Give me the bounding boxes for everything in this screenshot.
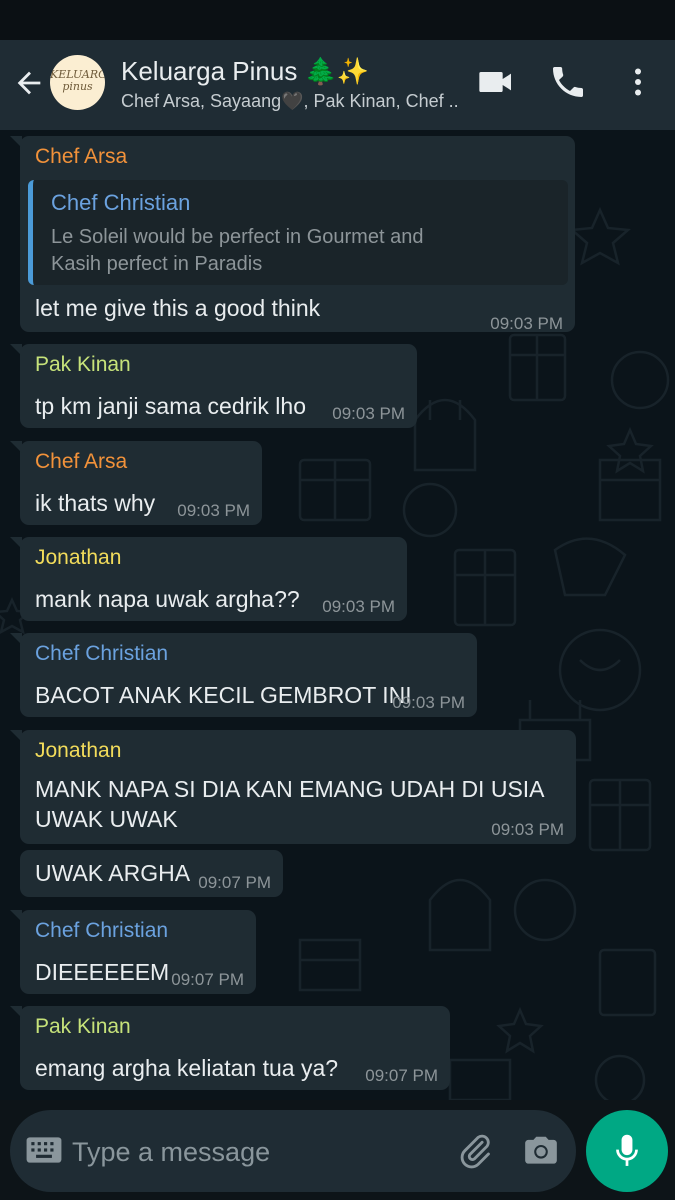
message-bubble[interactable]: Pak Kinan tp km janji sama cedrik lho 09:0… <box>10 344 417 428</box>
camera-icon[interactable] <box>522 1132 560 1170</box>
paperclip-icon[interactable] <box>456 1130 494 1172</box>
message-bubble[interactable]: Chef Arsa ik thats why 09:03 PM <box>10 441 262 525</box>
message-bubble[interactable]: Chef Christian BACOT ANAK KECIL GEMBROT I… <box>10 633 477 717</box>
chat-title[interactable]: Keluarga Pinus 🌲✨ <box>121 56 369 87</box>
message-text: mank napa uwak argha?? <box>35 586 300 612</box>
message-timestamp: 09:03 PM <box>332 404 405 423</box>
quoted-message[interactable]: Chef Christian Le Soleil would be perfect… <box>28 180 568 285</box>
message-timestamp: 09:03 PM <box>490 314 563 333</box>
chat-subtitle[interactable]: Chef Arsa, Sayaang🖤, Pak Kinan, Chef .. <box>121 91 459 112</box>
mic-icon <box>616 1134 638 1166</box>
message-timestamp: 09:03 PM <box>177 501 250 520</box>
message-bubble[interactable]: Chef Christian DIEEEEEEM 09:07 PM <box>10 910 256 994</box>
message-timestamp: 09:03 PM <box>491 820 564 839</box>
quoted-sender: Chef Christian <box>51 190 191 215</box>
message-sender[interactable]: Jonathan <box>35 546 121 570</box>
message-text: emang argha keliatan tua ya? <box>35 1055 339 1081</box>
message-timestamp: 09:07 PM <box>198 873 271 892</box>
arrow-left-icon[interactable] <box>12 66 46 100</box>
message-bubble[interactable]: UWAK ARGHA 09:07 PM <box>20 850 283 897</box>
message-sender[interactable]: Pak Kinan <box>35 1015 131 1039</box>
message-text: tp km janji sama cedrik lho <box>35 393 306 419</box>
message-bubble[interactable]: Jonathan MANK NAPA SI DIA KAN EMANG UDAH … <box>10 730 576 844</box>
message-sender[interactable]: Chef Christian <box>35 919 168 943</box>
message-timestamp: 09:03 PM <box>392 693 465 712</box>
message-text: ik thats why <box>35 490 156 516</box>
message-sender[interactable]: Chef Arsa <box>35 450 127 474</box>
chat-header: KELUARGA pinus Keluarga Pinus 🌲✨ Chef Ar… <box>0 40 675 130</box>
message-composer <box>10 1110 576 1192</box>
message-sender[interactable]: Chef Arsa <box>35 145 127 169</box>
keyboard-icon[interactable] <box>25 1133 63 1167</box>
avatar-logo-text: KELUARGA pinus <box>50 68 105 93</box>
more-vert-icon[interactable] <box>620 62 656 102</box>
message-sender[interactable]: Pak Kinan <box>35 353 131 377</box>
message-text: UWAK ARGHA <box>35 860 191 886</box>
message-bubble[interactable]: Pak Kinan emang argha keliatan tua ya? 09:… <box>10 1006 450 1090</box>
message-sender[interactable]: Jonathan <box>35 739 121 763</box>
chat-area[interactable]: Chef Arsa Chef Christian Le Soleil would b… <box>0 130 675 1100</box>
message-timestamp: 09:07 PM <box>365 1066 438 1085</box>
message-bubble[interactable]: Jonathan mank napa uwak argha?? 09:03 PM <box>10 537 407 621</box>
phone-icon[interactable] <box>548 62 588 102</box>
message-input[interactable] <box>70 1130 374 1174</box>
video-call-icon[interactable] <box>476 62 516 102</box>
message-text: let me give this a good think <box>35 295 321 321</box>
message-timestamp: 09:03 PM <box>322 597 395 616</box>
voice-record-button[interactable] <box>586 1110 668 1192</box>
message-text: BACOT ANAK KECIL GEMBROT INI <box>35 682 412 708</box>
message-text: DIEEEEEEM <box>35 959 170 985</box>
message-sender[interactable]: Chef Christian <box>35 642 168 666</box>
group-avatar[interactable]: KELUARGA pinus <box>50 55 105 110</box>
message-timestamp: 09:07 PM <box>171 970 244 989</box>
message-bubble[interactable]: Chef Arsa Chef Christian Le Soleil would b… <box>10 136 575 333</box>
status-bar <box>0 0 675 40</box>
quoted-text: Le Soleil would be perfect in Gourmet an… <box>51 226 424 275</box>
